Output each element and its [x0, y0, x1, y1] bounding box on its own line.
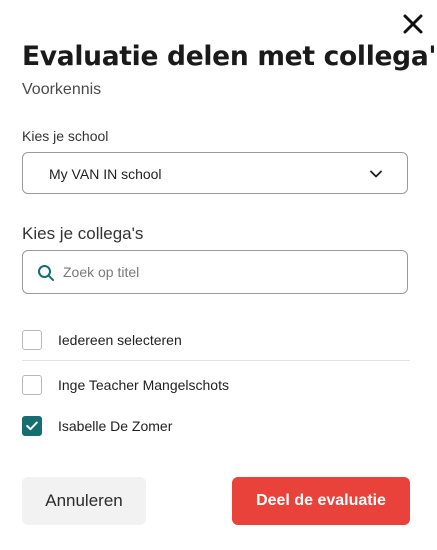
school-select[interactable]: My VAN IN school: [22, 152, 408, 194]
dialog-title: Evaluatie delen met collega's: [22, 41, 437, 72]
dialog-subtitle: Voorkennis: [22, 81, 102, 98]
school-select-value: My VAN IN school: [49, 166, 162, 182]
colleague-row[interactable]: Inge Teacher Mangelschots: [22, 375, 229, 395]
search-icon: [38, 265, 54, 281]
select-all-checkbox-row[interactable]: Iedereen selecteren: [22, 330, 182, 350]
colleague-label: Inge Teacher Mangelschots: [58, 377, 229, 393]
cancel-button[interactable]: Annuleren: [22, 477, 146, 525]
divider: [22, 360, 410, 361]
chevron-down-icon: [370, 170, 382, 178]
school-label: Kies je school: [22, 128, 109, 144]
search-box: [22, 250, 408, 294]
select-all-label: Iedereen selecteren: [58, 332, 182, 348]
checkmark-icon: [26, 421, 38, 431]
close-icon: [403, 14, 423, 34]
colleague-checkbox-checked[interactable]: [22, 416, 42, 436]
search-input[interactable]: [63, 252, 393, 292]
colleague-label: Isabelle De Zomer: [58, 418, 173, 434]
colleagues-label: Kies je collega's: [22, 224, 144, 243]
select-all-checkbox[interactable]: [22, 330, 42, 350]
colleague-row[interactable]: Isabelle De Zomer: [22, 416, 172, 436]
close-button[interactable]: [401, 12, 425, 36]
colleague-checkbox[interactable]: [22, 375, 42, 395]
share-evaluation-button[interactable]: Deel de evaluatie: [232, 477, 410, 525]
